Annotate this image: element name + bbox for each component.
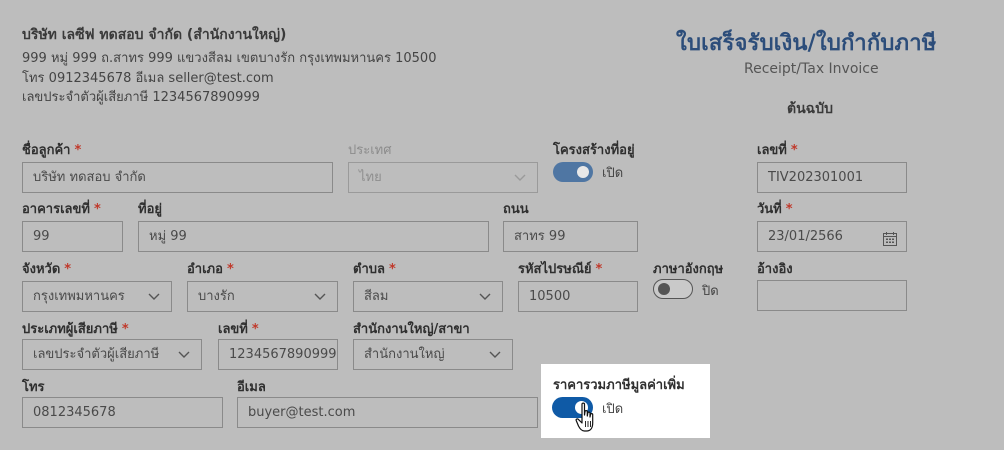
required-mark: * <box>251 322 259 337</box>
label-text: อำเภอ <box>187 262 223 277</box>
label-text: ชื่อลูกค้า <box>22 143 71 158</box>
required-mark: * <box>121 322 129 337</box>
chevron-down-icon <box>478 289 492 303</box>
district-label: อำเภอ * <box>187 258 234 279</box>
province-label: จังหวัด * <box>22 258 71 279</box>
label-text: อาคารเลขที่ <box>22 202 90 217</box>
english-label: ภาษาอังกฤษ <box>653 262 724 277</box>
phone-input[interactable]: 0812345678 <box>22 397 223 428</box>
required-mark: * <box>74 143 82 158</box>
chevron-down-icon <box>488 347 502 361</box>
customer-name-input[interactable]: บริษัท ทดสอบ จำกัด <box>22 162 333 193</box>
branch-select[interactable]: สำนักงานใหญ่ <box>353 339 513 370</box>
address-structure-toggle[interactable] <box>553 162 593 182</box>
hand-cursor-icon <box>575 402 597 434</box>
required-mark: * <box>785 202 793 217</box>
english-toggle[interactable] <box>653 279 693 299</box>
reference-input[interactable] <box>757 280 907 311</box>
date-value: 23/01/2566 <box>768 229 843 244</box>
label-text: เลขที่ <box>218 322 248 337</box>
building-no-input[interactable]: 99 <box>22 221 123 252</box>
country-label: ประเทศ <box>348 143 392 158</box>
label-text: เลขที่ <box>757 143 787 158</box>
required-mark: * <box>226 262 234 277</box>
subdistrict-value: สีลม <box>364 289 389 304</box>
date-label: วันที่ * <box>757 198 793 219</box>
postal-code-input[interactable]: 10500 <box>518 281 638 312</box>
province-select[interactable]: กรุงเทพมหานคร <box>22 281 172 312</box>
required-mark: * <box>64 262 72 277</box>
subdistrict-select[interactable]: สีลม <box>353 281 503 312</box>
email-label: อีเมล <box>237 380 266 395</box>
road-input[interactable]: สาทร 99 <box>503 221 638 252</box>
document-copy-label: ต้นฉบับ <box>787 101 833 117</box>
required-mark: * <box>93 202 101 217</box>
email-input[interactable]: buyer@test.com <box>237 397 538 428</box>
chevron-down-icon <box>513 170 527 184</box>
required-mark: * <box>790 143 798 158</box>
taxpayer-type-label: ประเภทผู้เสียภาษี * <box>22 318 129 339</box>
address-input[interactable]: หมู่ 99 <box>138 221 489 252</box>
branch-value: สำนักงานใหญ่ <box>364 347 445 362</box>
document-subtitle: Receipt/Tax Invoice <box>744 61 879 77</box>
document-title: ใบเสร็จรับเงิน/ใบกำกับภาษี <box>676 31 937 56</box>
english-state: ปิด <box>702 284 719 299</box>
required-mark: * <box>388 262 396 277</box>
label-text: ประเภทผู้เสียภาษี <box>22 322 118 337</box>
label-text: จังหวัด <box>22 262 61 277</box>
chevron-down-icon <box>313 289 327 303</box>
province-value: กรุงเทพมหานคร <box>33 289 125 304</box>
subdistrict-label: ตำบล * <box>353 258 396 279</box>
branch-label: สำนักงานใหญ่/สาขา <box>353 322 470 337</box>
reference-label: อ้างอิง <box>757 262 793 277</box>
seller-contact: โทร 0912345678 อีเมล seller@test.com <box>22 71 274 86</box>
tax-number-label: เลขที่ * <box>218 318 259 339</box>
seller-address: 999 หมู่ 999 ถ.สาทร 999 แขวงสีลม เขตบางร… <box>22 51 437 66</box>
road-label: ถนน <box>503 202 529 217</box>
calendar-icon[interactable] <box>882 229 898 246</box>
seller-tax-id: เลขประจำตัวผู้เสียภาษี 1234567890999 <box>22 90 260 105</box>
address-label: ที่อยู่ <box>138 202 162 217</box>
address-structure-label: โครงสร้างที่อยู่ <box>553 143 635 158</box>
required-mark: * <box>595 262 603 277</box>
address-structure-state: เปิด <box>602 166 624 181</box>
label-text: รหัสไปรษณีย์ <box>518 262 592 277</box>
chevron-down-icon <box>147 289 161 303</box>
doc-number-label: เลขที่ * <box>757 139 798 160</box>
country-select[interactable]: ไทย <box>348 162 538 193</box>
label-text: วันที่ <box>757 202 782 217</box>
toggle-knob <box>577 166 589 178</box>
building-no-label: อาคารเลขที่ * <box>22 198 101 219</box>
tax-number-input[interactable]: 1234567890999 <box>218 339 338 370</box>
phone-label: โทร <box>22 380 45 395</box>
district-select[interactable]: บางรัก <box>187 281 338 312</box>
postal-code-label: รหัสไปรษณีย์ * <box>518 258 602 279</box>
seller-name: บริษัท เลซีฟ ทดสอบ จำกัด (สำนักงานใหญ่) <box>22 27 287 43</box>
chevron-down-icon <box>177 347 191 361</box>
country-value: ไทย <box>359 170 382 185</box>
doc-number-input[interactable]: TIV202301001 <box>757 162 907 193</box>
district-value: บางรัก <box>198 289 235 304</box>
date-input[interactable]: 23/01/2566 <box>757 221 907 252</box>
toggle-knob <box>658 282 670 295</box>
label-text: ตำบล <box>353 262 385 277</box>
customer-name-label: ชื่อลูกค้า * <box>22 139 81 160</box>
vat-included-label: ราคารวมภาษีมูลค่าเพิ่ม <box>553 378 685 393</box>
taxpayer-type-value: เลขประจำตัวผู้เสียภาษี <box>33 347 160 362</box>
vat-included-state: เปิด <box>602 402 624 417</box>
taxpayer-type-select[interactable]: เลขประจำตัวผู้เสียภาษี <box>22 339 202 370</box>
